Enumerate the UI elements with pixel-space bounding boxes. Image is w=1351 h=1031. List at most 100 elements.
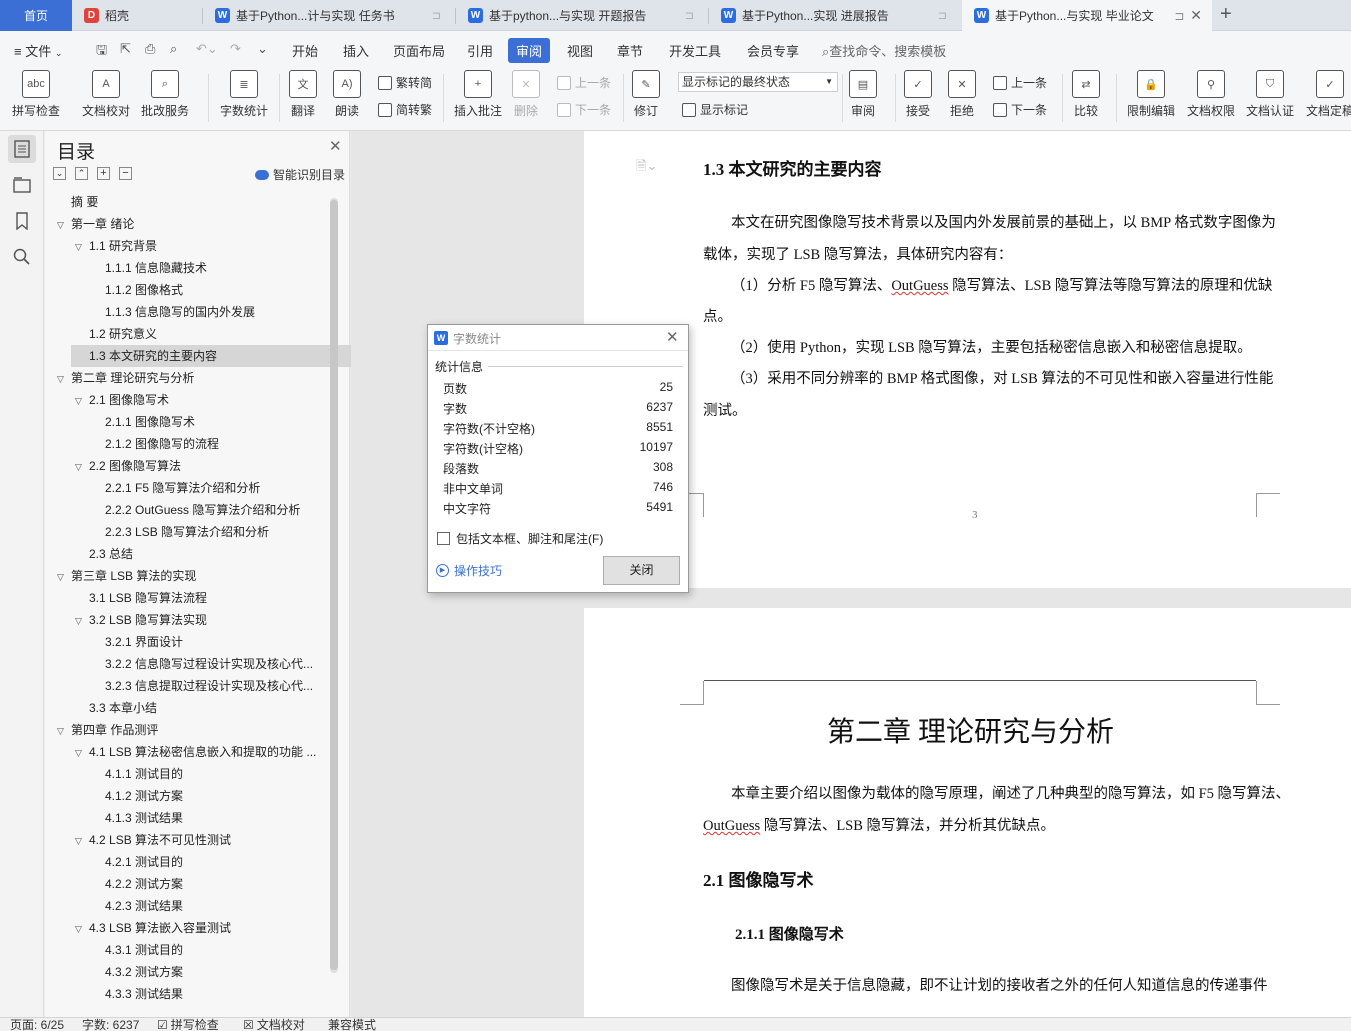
toc-item[interactable]: 2.2.3 LSB 隐写算法介绍和分析	[45, 521, 325, 543]
prev-comment-button[interactable]: 上一条	[557, 74, 611, 91]
pin-icon[interactable]: ⊐	[1174, 9, 1184, 23]
toc-panel-icon[interactable]	[8, 135, 36, 163]
next-change-button[interactable]: 下一条	[993, 101, 1047, 118]
file-menu[interactable]: ≡ 文件 ⌄	[14, 41, 62, 60]
menu-insert[interactable]: 插入	[343, 41, 369, 60]
tab-docer[interactable]: D 稻壳	[72, 0, 202, 31]
toc-scrollbar-thumb[interactable]	[330, 200, 338, 970]
restrict-edit-button[interactable]: 🔒 限制编辑	[1127, 70, 1175, 119]
bookmark-icon[interactable]	[8, 207, 36, 235]
include-textbox-checkbox[interactable]: 包括文本框、脚注和尾注(F)	[437, 530, 603, 547]
toc-item[interactable]: ▽ 2.1 图像隐写术	[45, 389, 325, 411]
simp-to-trad-button[interactable]: 简转繁	[378, 101, 432, 118]
toc-item[interactable]: 4.3.3 测试结果	[45, 983, 325, 1005]
toc-item[interactable]: 1.3 本文研究的主要内容	[71, 345, 351, 367]
redo-icon[interactable]: ↷	[230, 41, 241, 57]
promote-icon[interactable]: +	[97, 167, 110, 180]
toc-item[interactable]: 4.2.1 测试目的	[45, 851, 325, 873]
toc-item[interactable]: ▽ 4.1 LSB 算法秘密信息嵌入和提取的功能 ...	[45, 741, 325, 763]
chevron-down-icon[interactable]: ▽	[75, 830, 89, 851]
chevron-down-icon[interactable]: ▽	[57, 368, 71, 389]
misspelled-word[interactable]: OutGuess	[703, 818, 760, 834]
chevron-down-icon[interactable]: ▽	[75, 236, 89, 257]
print-preview-icon[interactable]: ⌕	[170, 41, 177, 57]
menu-dev-tools[interactable]: 开发工具	[669, 41, 721, 60]
page-indicator[interactable]: 页面: 6/25	[10, 1018, 64, 1031]
toc-item[interactable]: ▽ 2.2 图像隐写算法	[45, 455, 325, 477]
spell-check-status[interactable]: ☑ 拼写检查	[157, 1018, 219, 1031]
word-count-indicator[interactable]: 字数: 6237	[82, 1018, 139, 1031]
toc-item[interactable]: 2.1.2 图像隐写的流程	[45, 433, 325, 455]
doc-permission-button[interactable]: ⚲ 文档权限	[1187, 70, 1235, 119]
save-icon[interactable]: 🖫	[96, 41, 107, 63]
show-markup-button[interactable]: 显示标记	[682, 101, 748, 118]
toc-item[interactable]: 2.2.1 F5 隐写算法介绍和分析	[45, 477, 325, 499]
toc-item[interactable]: 1.2 研究意义	[45, 323, 325, 345]
toc-item[interactable]: 4.1.2 测试方案	[45, 785, 325, 807]
toc-item[interactable]: 3.2.3 信息提取过程设计实现及核心代...	[45, 675, 325, 697]
close-icon[interactable]: ✕	[666, 328, 679, 346]
more-icon[interactable]: ⌄	[257, 41, 268, 57]
chevron-down-icon[interactable]: ▽	[75, 390, 89, 411]
menu-member[interactable]: 会员专享	[747, 41, 799, 60]
command-search[interactable]: ⌕查找命令、搜索模板	[822, 41, 946, 60]
word-count-button[interactable]: ≣ 字数统计	[220, 70, 268, 119]
toc-item[interactable]: 3.3 本章小结	[45, 697, 325, 719]
undo-icon[interactable]: ↶⌄	[196, 41, 218, 57]
doc-final-button[interactable]: ✓ 文档定稿	[1306, 70, 1351, 119]
toc-item[interactable]: 1.1.2 图像格式	[45, 279, 325, 301]
toc-item[interactable]: 2.3 总结	[45, 543, 325, 565]
tab-home[interactable]: 首页	[0, 0, 72, 31]
insert-comment-button[interactable]: + 插入批注	[454, 70, 502, 119]
expand-all-icon[interactable]: ⌄	[53, 167, 66, 180]
new-tab-icon[interactable]: +	[1220, 3, 1232, 26]
tab-progress[interactable]: W 基于Python...实现 进展报告 ⊐	[709, 0, 961, 31]
toc-item[interactable]: 1.1.1 信息隐藏技术	[45, 257, 325, 279]
toc-item[interactable]: 摘 要	[45, 191, 325, 213]
pin-icon[interactable]: ⊐	[938, 9, 947, 22]
toc-item[interactable]: 4.2.2 测试方案	[45, 873, 325, 895]
toc-item[interactable]: 1.1.3 信息隐写的国内外发展	[45, 301, 325, 323]
next-comment-button[interactable]: 下一条	[557, 101, 611, 118]
toc-item[interactable]: ▽ 4.2 LSB 算法不可见性测试	[45, 829, 325, 851]
chevron-down-icon[interactable]: ▽	[57, 720, 71, 741]
doc-cert-button[interactable]: ⛉ 文档认证	[1246, 70, 1294, 119]
toc-item[interactable]: ▽ 4.3 LSB 算法嵌入容量测试	[45, 917, 325, 939]
pin-icon[interactable]: ⊐	[432, 9, 441, 22]
misspelled-word[interactable]: OutGuess	[891, 278, 948, 294]
smart-toc-button[interactable]: 智能识别目录	[255, 166, 345, 183]
close-icon[interactable]: ✕	[1190, 7, 1202, 24]
chevron-down-icon[interactable]: ▽	[57, 566, 71, 587]
toc-item[interactable]: 4.2.3 测试结果	[45, 895, 325, 917]
correction-service-button[interactable]: ⌕ 批改服务	[141, 70, 189, 119]
read-aloud-button[interactable]: A) 朗读	[333, 70, 361, 119]
translate-button[interactable]: 文翻译	[289, 70, 317, 119]
search-icon[interactable]	[8, 243, 36, 271]
pin-icon[interactable]: ⊐	[685, 9, 694, 22]
close-button[interactable]: 关闭	[603, 556, 680, 585]
menu-chapter[interactable]: 章节	[617, 41, 643, 60]
tab-task-book[interactable]: W 基于Python...计与实现 任务书 ⊐	[203, 0, 455, 31]
delete-comment-button[interactable]: ✕ 删除	[512, 70, 540, 119]
demote-icon[interactable]: −	[119, 167, 132, 180]
toc-item[interactable]: ▽ 1.1 研究背景	[45, 235, 325, 257]
close-icon[interactable]: ✕	[329, 137, 342, 155]
accept-button[interactable]: ✓ 接受	[904, 70, 932, 119]
prev-change-button[interactable]: 上一条	[993, 74, 1047, 91]
markup-state-select[interactable]: 显示标记的最终状态 ▼	[678, 72, 838, 92]
toc-item[interactable]: ▽ 第一章 绪论	[45, 213, 325, 235]
doc-check-status[interactable]: ☒ 文档校对	[243, 1018, 305, 1031]
export-icon[interactable]: ⇱	[120, 41, 131, 57]
toc-item[interactable]: ▽ 3.2 LSB 隐写算法实现	[45, 609, 325, 631]
chevron-down-icon[interactable]: ▽	[75, 918, 89, 939]
chevron-down-icon[interactable]: ▽	[75, 610, 89, 631]
checkbox-box[interactable]	[437, 532, 450, 545]
toc-item[interactable]: 4.1.1 测试目的	[45, 763, 325, 785]
toc-item[interactable]: 4.3.1 测试目的	[45, 939, 325, 961]
chevron-down-icon[interactable]: ▽	[75, 456, 89, 477]
tab-proposal[interactable]: W 基于python...与实现 开题报告 ⊐	[456, 0, 708, 31]
trad-to-simp-button[interactable]: 繁转简	[378, 74, 432, 91]
menu-layout[interactable]: 页面布局	[393, 41, 445, 60]
spell-check-button[interactable]: abc 拼写检查	[12, 70, 60, 119]
toc-item[interactable]: 4.1.3 测试结果	[45, 807, 325, 829]
